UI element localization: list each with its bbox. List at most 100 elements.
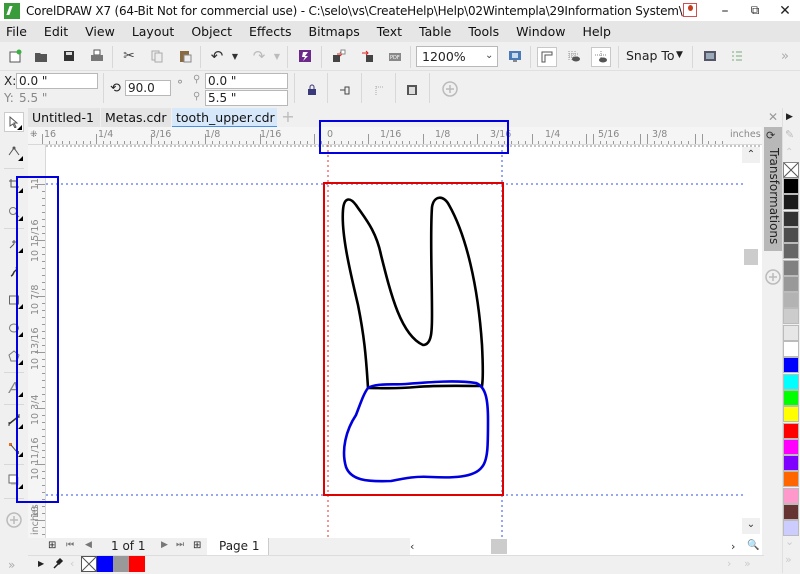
add-icon[interactable] bbox=[441, 80, 459, 98]
palette-swatch[interactable] bbox=[783, 504, 799, 520]
next-page-icon[interactable]: ▶ bbox=[161, 540, 168, 550]
drawing-canvas[interactable] bbox=[46, 145, 762, 538]
page-tab[interactable]: Page 1 bbox=[207, 538, 269, 555]
scroll-right-button[interactable]: › bbox=[731, 540, 735, 553]
close-button[interactable]: ✕ bbox=[770, 0, 800, 21]
user-account-icon[interactable] bbox=[683, 3, 697, 17]
scroll-down-button[interactable]: ⌄ bbox=[742, 518, 760, 534]
tab-untitled-1[interactable]: Untitled-1 bbox=[28, 108, 100, 127]
palette-swatch[interactable] bbox=[783, 438, 799, 455]
palette-scroll-down-icon[interactable]: ⌄ bbox=[785, 535, 794, 548]
export-icon[interactable] bbox=[358, 47, 376, 65]
tab-metas[interactable]: Metas.cdr bbox=[101, 108, 171, 127]
paste-icon[interactable] bbox=[176, 47, 194, 65]
palette-swatch[interactable] bbox=[783, 226, 799, 243]
palette-expand-icon[interactable]: » bbox=[785, 553, 792, 566]
welcome-screen-icon[interactable] bbox=[701, 47, 719, 65]
palette-eyedropper-icon[interactable]: ✎ bbox=[785, 128, 794, 141]
minimize-button[interactable]: – bbox=[710, 0, 740, 21]
palette-swatch[interactable] bbox=[783, 455, 799, 472]
scroll-left-button[interactable]: ‹ bbox=[410, 540, 414, 553]
guideline-angle-icon[interactable] bbox=[370, 81, 388, 99]
palette-scroll-left-icon[interactable]: ‹ bbox=[70, 557, 74, 570]
palette-swatch[interactable] bbox=[783, 389, 799, 406]
options-icon[interactable] bbox=[728, 47, 746, 65]
palette-swatch[interactable] bbox=[783, 308, 799, 325]
document-palette-swatch[interactable] bbox=[97, 556, 113, 572]
menu-file[interactable]: File bbox=[6, 24, 27, 39]
menu-window[interactable]: Window bbox=[516, 24, 565, 39]
show-rulers-icon[interactable] bbox=[537, 47, 557, 67]
zoom-navigator-icon[interactable]: 🔍 bbox=[747, 540, 759, 551]
last-page-icon[interactable]: ⏭ bbox=[176, 540, 184, 550]
customize-toolbox-add-icon[interactable] bbox=[4, 510, 24, 530]
no-color-swatch[interactable] bbox=[81, 556, 97, 572]
caret-down-icon[interactable]: ▼ bbox=[676, 50, 683, 60]
open-icon[interactable] bbox=[32, 47, 50, 65]
save-icon[interactable] bbox=[60, 47, 78, 65]
pick-tool[interactable] bbox=[4, 112, 24, 132]
status-scroll-right-icon[interactable]: › bbox=[727, 557, 731, 570]
restore-button[interactable]: ⧉ bbox=[740, 0, 770, 21]
palette-flyout-icon[interactable]: ▶ bbox=[38, 559, 44, 568]
palette-swatch[interactable] bbox=[783, 324, 799, 341]
publish-pdf-icon[interactable]: PDF bbox=[386, 47, 404, 65]
new-document-icon[interactable] bbox=[6, 47, 24, 65]
menu-effects[interactable]: Effects bbox=[249, 24, 292, 39]
toolbox-expand-icon[interactable]: » bbox=[8, 558, 15, 572]
menu-edit[interactable]: Edit bbox=[44, 24, 68, 39]
menu-tools[interactable]: Tools bbox=[468, 24, 499, 39]
tab-tooth-upper[interactable]: tooth_upper.cdr bbox=[172, 108, 277, 127]
document-palette-swatch[interactable] bbox=[113, 556, 129, 572]
palette-swatch[interactable] bbox=[783, 422, 799, 439]
palette-swatch[interactable] bbox=[783, 357, 799, 374]
palette-swatch[interactable] bbox=[783, 292, 799, 309]
copy-icon[interactable] bbox=[148, 47, 166, 65]
menu-layout[interactable]: Layout bbox=[132, 24, 175, 39]
palette-swatch[interactable] bbox=[783, 178, 799, 194]
redo-icon[interactable]: ↷ bbox=[250, 47, 268, 65]
undo-dropdown-icon[interactable]: ▼ bbox=[226, 47, 244, 65]
palette-no-color-swatch[interactable] bbox=[783, 162, 799, 178]
palette-swatch[interactable] bbox=[783, 243, 799, 260]
ruler-origin-icon[interactable]: ⁜ bbox=[30, 130, 38, 140]
menu-object[interactable]: Object bbox=[191, 24, 232, 39]
toolbar-overflow-icon[interactable]: » bbox=[776, 47, 794, 65]
previous-page-icon[interactable]: ◀ bbox=[85, 540, 92, 550]
snap-to-dropdown[interactable]: Snap To bbox=[626, 48, 675, 63]
guideline-preset-icon[interactable] bbox=[336, 81, 354, 99]
horizontal-scrollbar[interactable] bbox=[410, 538, 762, 555]
chevron-down-icon[interactable]: ⌄ bbox=[485, 50, 493, 61]
tooth-crown-outline[interactable] bbox=[342, 380, 490, 483]
palette-swatch[interactable] bbox=[783, 520, 799, 537]
palette-swatch[interactable] bbox=[783, 341, 799, 357]
palette-scroll-up-icon[interactable]: ⌃ bbox=[785, 147, 793, 158]
first-page-icon[interactable]: ⏮ bbox=[66, 540, 74, 550]
palette-swatch[interactable] bbox=[783, 210, 799, 227]
insert-page-before-icon[interactable]: ⊞ bbox=[48, 540, 56, 551]
add-tab-button[interactable]: + bbox=[280, 108, 296, 127]
palette-swatch[interactable] bbox=[783, 406, 799, 423]
show-guidelines-icon[interactable] bbox=[591, 47, 611, 67]
palette-swatch[interactable] bbox=[783, 259, 799, 276]
show-grid-icon[interactable] bbox=[565, 47, 583, 65]
print-icon[interactable] bbox=[88, 47, 106, 65]
menu-text[interactable]: Text bbox=[377, 24, 402, 39]
eyedropper-icon[interactable] bbox=[52, 557, 64, 572]
horizontal-scrollbar-thumb[interactable] bbox=[491, 539, 507, 554]
vertical-scrollbar-thumb[interactable] bbox=[744, 249, 758, 265]
menu-bitmaps[interactable]: Bitmaps bbox=[309, 24, 360, 39]
tooth-root-outline[interactable] bbox=[341, 196, 485, 390]
palette-swatch[interactable] bbox=[783, 471, 799, 488]
menu-view[interactable]: View bbox=[85, 24, 115, 39]
docker-add-icon[interactable] bbox=[765, 269, 781, 288]
undo-icon[interactable]: ↶ bbox=[208, 47, 226, 65]
palette-menu-icon[interactable]: ▶ bbox=[786, 112, 793, 122]
palette-swatch[interactable] bbox=[783, 487, 799, 504]
palette-swatch[interactable] bbox=[783, 275, 799, 292]
x-position-input[interactable]: 0.0 " bbox=[16, 73, 98, 89]
menu-table[interactable]: Table bbox=[419, 24, 451, 39]
y-position-input[interactable]: 5.5 " bbox=[16, 90, 98, 106]
object-properties-icon[interactable] bbox=[403, 81, 421, 99]
insert-page-after-icon[interactable]: ⊞ bbox=[193, 540, 201, 551]
